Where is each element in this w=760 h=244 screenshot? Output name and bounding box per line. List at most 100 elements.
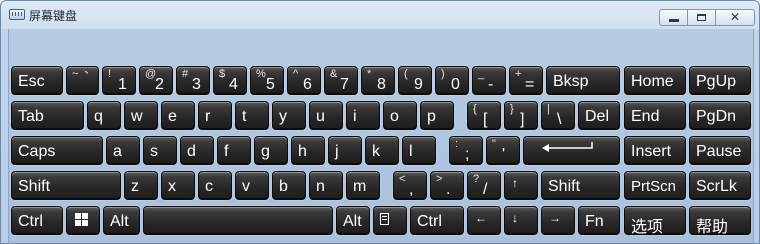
key-c[interactable]: c — [198, 171, 232, 200]
key-pause[interactable]: Pause — [689, 136, 751, 165]
key-home[interactable]: Home — [624, 66, 686, 95]
key-left-bracket[interactable]: {[ — [467, 101, 501, 130]
key-a[interactable]: a — [106, 136, 140, 165]
key-prtscn[interactable]: PrtScn — [624, 171, 686, 200]
key-slash[interactable]: ? / — [467, 171, 501, 200]
key-ctrl-right[interactable]: Ctrl — [410, 206, 464, 235]
key-z[interactable]: z — [124, 171, 158, 200]
key-tilde[interactable]: ~ ` — [66, 66, 99, 95]
key-pgdn[interactable]: PgDn — [689, 101, 751, 130]
key-label: Pause — [696, 143, 742, 160]
key-shift-label: > — [436, 173, 443, 185]
key-right-bracket[interactable]: }] — [504, 101, 538, 130]
key-shift-label: { — [473, 103, 477, 115]
key-label: Alt — [343, 213, 362, 230]
key-label: 6 — [303, 76, 312, 93]
key-space[interactable] — [143, 206, 333, 235]
options-button[interactable]: 选项 — [624, 206, 686, 235]
key-v[interactable]: v — [235, 171, 269, 200]
key-enter[interactable] — [523, 136, 620, 165]
key-7[interactable]: & 7 — [324, 66, 358, 95]
key-period[interactable]: >. — [430, 171, 464, 200]
key-shift-left[interactable]: Shift — [11, 171, 121, 200]
key-label: v — [242, 178, 250, 195]
key-windows[interactable] — [66, 206, 100, 235]
key-2[interactable]: @2 — [139, 66, 173, 95]
key-label: 帮助 — [696, 217, 729, 235]
key-x[interactable]: x — [161, 171, 195, 200]
key-q[interactable]: q — [87, 101, 121, 130]
key-label: x — [168, 178, 176, 195]
key-alt-right[interactable]: Alt — [336, 206, 370, 235]
key-label: ; — [465, 146, 470, 163]
key-caps-lock[interactable]: Caps — [11, 136, 103, 165]
key-e[interactable]: e — [161, 101, 195, 130]
key-scrlk[interactable]: ScrLk — [689, 171, 751, 200]
key-f[interactable]: f — [217, 136, 251, 165]
key-l[interactable]: l — [402, 136, 436, 165]
title-bar[interactable]: 屏幕键盘 ✕ — [1, 1, 759, 29]
key-label: g — [261, 143, 270, 160]
key-h[interactable]: h — [291, 136, 325, 165]
close-button[interactable]: ✕ — [716, 9, 755, 26]
minimize-button[interactable] — [659, 9, 688, 26]
key-comma[interactable]: <, — [393, 171, 427, 200]
key-6[interactable]: ^ 6 — [287, 66, 321, 95]
key-esc[interactable]: Esc — [11, 66, 63, 95]
key-d[interactable]: d — [180, 136, 214, 165]
key-k[interactable]: k — [365, 136, 399, 165]
key-ctrl-left[interactable]: Ctrl — [11, 206, 63, 235]
key-shift-label: } — [510, 103, 514, 115]
key-equal[interactable]: + = — [509, 66, 543, 95]
key-fn[interactable]: Fn — [578, 206, 620, 235]
help-button[interactable]: 帮助 — [689, 206, 751, 235]
key-alt-left[interactable]: Alt — [103, 206, 140, 235]
key-j[interactable]: j — [328, 136, 362, 165]
key-backslash[interactable]: | \ — [541, 101, 575, 130]
key-delete[interactable]: Del — [578, 101, 620, 130]
key-b[interactable]: b — [272, 171, 306, 200]
key-s[interactable]: s — [143, 136, 177, 165]
key-t[interactable]: t — [235, 101, 269, 130]
key-5[interactable]: % 5 — [250, 66, 284, 95]
key-tab[interactable]: Tab — [11, 101, 84, 130]
key-n[interactable]: n — [309, 171, 343, 200]
key-g[interactable]: g — [254, 136, 288, 165]
key-0[interactable]: ) 0 — [435, 66, 469, 95]
key-pgup[interactable]: PgUp — [689, 66, 751, 95]
key-i[interactable]: i — [346, 101, 380, 130]
key-minus[interactable]: _ - — [472, 66, 506, 95]
key-shift-label: : — [455, 138, 459, 150]
key-m[interactable]: m — [346, 171, 380, 200]
key-8[interactable]: * 8 — [361, 66, 395, 95]
close-icon: ✕ — [729, 10, 741, 24]
key-shift-label: ? — [473, 173, 480, 185]
key-backspace[interactable]: Bksp — [546, 66, 620, 95]
maximize-button[interactable] — [688, 9, 716, 26]
key-o[interactable]: o — [383, 101, 417, 130]
key-label: 9 — [414, 76, 423, 93]
key-up-arrow[interactable]: ↑ — [504, 171, 538, 200]
key-p[interactable]: p — [420, 101, 454, 130]
key-left-arrow[interactable]: ← — [467, 206, 501, 235]
key-4[interactable]: $4 — [213, 66, 247, 95]
key-quote[interactable]: " ' — [486, 136, 520, 165]
on-screen-keyboard-window: 屏幕键盘 ✕ Esc ~ ` ! 1 @2 #3 $4 % 5 ^ 6 & 7 * 8 (9… — [0, 0, 760, 244]
key-right-arrow[interactable]: → — [541, 206, 575, 235]
key-label: PgDn — [696, 108, 737, 125]
key-insert[interactable]: Insert — [624, 136, 686, 165]
key-down-arrow[interactable]: ↓ — [504, 206, 538, 235]
key-semicolon[interactable]: :; — [449, 136, 483, 165]
key-r[interactable]: r — [198, 101, 232, 130]
key-context-menu[interactable] — [373, 206, 407, 235]
key-3[interactable]: #3 — [176, 66, 210, 95]
key-1[interactable]: ! 1 — [102, 66, 136, 95]
key-y[interactable]: y — [272, 101, 306, 130]
key-end[interactable]: End — [624, 101, 686, 130]
key-shift-label: ! — [108, 68, 112, 80]
key-9[interactable]: (9 — [398, 66, 432, 95]
key-w[interactable]: w — [124, 101, 158, 130]
key-shift-right[interactable]: Shift — [541, 171, 620, 200]
key-u[interactable]: u — [309, 101, 343, 130]
key-label: Alt — [110, 213, 129, 230]
